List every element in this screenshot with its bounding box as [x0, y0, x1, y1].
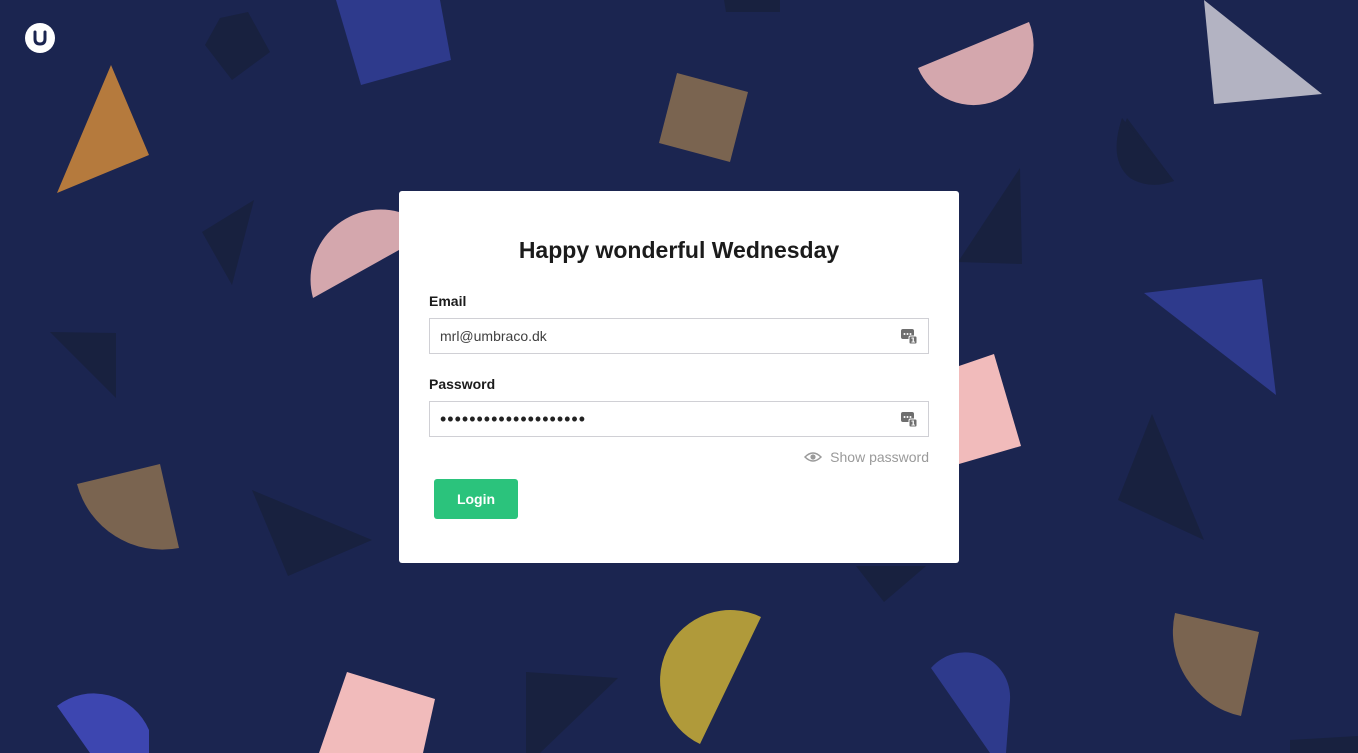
show-password-toggle[interactable]: Show password: [429, 447, 929, 467]
bg-shape: [1290, 736, 1358, 753]
bg-shape: [660, 610, 761, 744]
bg-shape: [526, 672, 618, 753]
bg-shape: [918, 22, 1034, 106]
umbraco-logo-icon[interactable]: [25, 23, 55, 53]
login-button[interactable]: Login: [434, 479, 518, 519]
bg-shape: [958, 168, 1022, 264]
bg-shape: [202, 200, 254, 285]
bg-shape: [1204, 0, 1322, 104]
show-password-label: Show password: [830, 449, 929, 465]
bg-shape: [77, 464, 179, 550]
bg-shape: [959, 354, 1021, 464]
svg-text:1: 1: [911, 337, 916, 345]
password-manager-icon[interactable]: 1: [901, 328, 917, 344]
eye-icon: [804, 452, 823, 462]
bg-shape: [1144, 279, 1276, 395]
password-manager-icon[interactable]: 1: [901, 411, 917, 427]
bg-shape: [252, 490, 372, 576]
email-input[interactable]: [430, 319, 880, 353]
bg-shape: [1118, 414, 1204, 540]
bg-shape: [336, 0, 451, 85]
bg-shape: [724, 0, 780, 12]
bg-shape: [205, 12, 270, 80]
email-label: Email: [429, 293, 467, 309]
bg-shape: [310, 209, 399, 298]
bg-shape: [319, 672, 435, 753]
bg-shape: [856, 566, 926, 602]
bg-shape: [659, 73, 748, 162]
email-field-wrapper: 1: [429, 318, 929, 354]
login-panel: Happy wonderful Wednesday Email 1 Passwo…: [399, 191, 959, 563]
bg-shape: [1172, 613, 1259, 716]
bg-shape: [931, 652, 1011, 753]
greeting-heading: Happy wonderful Wednesday: [518, 237, 840, 263]
bg-shape: [57, 693, 149, 753]
password-input[interactable]: [430, 402, 880, 436]
password-label: Password: [429, 376, 496, 392]
svg-text:1: 1: [911, 420, 916, 428]
bg-shape: [1116, 118, 1174, 185]
bg-shape: [50, 332, 116, 398]
password-field-wrapper: 1: [429, 401, 929, 437]
umbraco-u-glyph: [33, 30, 47, 46]
bg-shape: [57, 65, 149, 193]
